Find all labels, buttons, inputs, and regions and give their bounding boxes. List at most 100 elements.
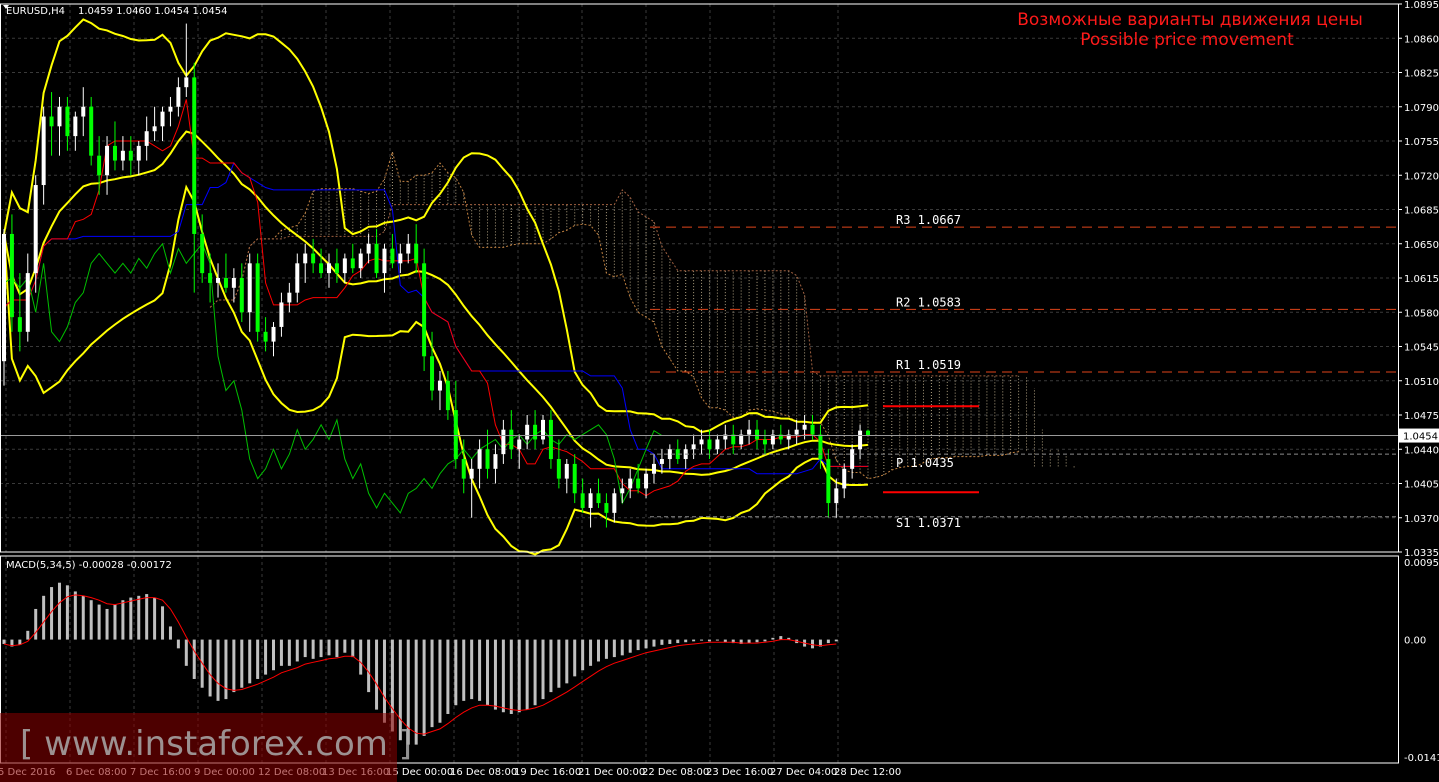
macd-bar xyxy=(216,639,220,701)
candle-body xyxy=(628,478,633,489)
macd-bar xyxy=(707,639,711,642)
candle-body xyxy=(216,278,221,283)
macd-bar xyxy=(470,639,474,700)
candle-body xyxy=(612,493,617,513)
candle-body xyxy=(326,263,331,274)
macd-bar xyxy=(549,639,553,693)
macd-bar xyxy=(121,600,125,640)
macd-bar xyxy=(65,585,69,640)
candle-body xyxy=(120,150,125,161)
macd-bar xyxy=(834,639,838,642)
macd-bar xyxy=(422,639,426,736)
macd-bar xyxy=(557,639,561,688)
candle-body xyxy=(834,488,839,504)
candle-body xyxy=(525,424,530,440)
candle-body xyxy=(382,248,387,274)
macd-bar xyxy=(367,639,371,693)
y-tick-label: 1.0650 xyxy=(1404,240,1439,251)
candle-body xyxy=(2,233,6,362)
macd-bar xyxy=(184,639,188,666)
macd-bar xyxy=(97,604,101,640)
macd-bar xyxy=(319,639,323,658)
macd-bar xyxy=(89,600,93,640)
macd-bar xyxy=(763,639,767,642)
candle-body xyxy=(445,380,450,411)
y-tick-label: 1.0475 xyxy=(1404,411,1439,422)
candle-body xyxy=(295,263,300,293)
macd-bar xyxy=(57,582,61,640)
macd-bar xyxy=(208,639,212,697)
candle-body xyxy=(596,493,601,504)
candle-body xyxy=(691,444,696,450)
macd-bar xyxy=(486,639,490,706)
macd-bar xyxy=(826,639,830,644)
candle-body xyxy=(533,424,538,440)
macd-bar xyxy=(272,639,276,671)
y-tick-label: 1.0755 xyxy=(1404,137,1439,148)
macd-bar xyxy=(359,639,363,675)
y-tick-label: 1.0615 xyxy=(1404,274,1439,285)
candle-body xyxy=(517,439,522,450)
candle-body xyxy=(810,424,815,435)
candle-body xyxy=(73,116,78,137)
y-tick-label: 1.0405 xyxy=(1404,480,1439,491)
y-tick-label: 1.0370 xyxy=(1404,514,1439,525)
candle-body xyxy=(366,243,371,254)
y-tick-label: 1.0545 xyxy=(1404,343,1439,354)
macd-bar xyxy=(81,595,85,640)
candle-body xyxy=(548,419,553,460)
candle-body xyxy=(461,459,466,479)
macd-bar xyxy=(264,639,268,675)
candle-body xyxy=(57,106,62,127)
candle-body xyxy=(406,243,411,254)
macd-bar xyxy=(771,637,775,640)
bollinger-middle xyxy=(3,130,869,476)
x-tick-label: 21 Dec 00:00 xyxy=(578,767,645,778)
macd-bar xyxy=(224,639,228,700)
y-tick-label: 1.0685 xyxy=(1404,206,1439,217)
macd-bar xyxy=(279,639,283,666)
macd-bar xyxy=(430,639,434,728)
y-tick-label: 1.0580 xyxy=(1404,308,1439,319)
candle-body xyxy=(33,185,38,274)
x-tick-label: 27 Dec 04:00 xyxy=(770,767,837,778)
macd-bar xyxy=(747,639,751,644)
candle-body xyxy=(707,439,712,450)
macd-bar xyxy=(351,639,355,658)
macd-tick-label: -0.0141 xyxy=(1404,753,1439,764)
candle-body xyxy=(850,449,855,469)
candle-body xyxy=(858,430,863,450)
candle-body xyxy=(437,380,442,391)
candle-body xyxy=(580,493,585,508)
macd-bar xyxy=(129,597,133,640)
candle-body xyxy=(65,106,70,137)
chart-header-ohlc: 1.0459 1.0460 1.0454 1.0454 xyxy=(78,6,228,17)
candle-body xyxy=(842,468,847,489)
candle-body xyxy=(485,449,490,469)
macd-bar xyxy=(684,639,688,643)
macd-bar xyxy=(438,639,442,723)
y-tick-label: 1.0440 xyxy=(1404,445,1439,456)
macd-bar xyxy=(375,639,379,710)
y-tick-label: 1.0510 xyxy=(1404,377,1439,388)
candle-body xyxy=(350,258,355,269)
pivot-label-S1: S1 1.0371 xyxy=(896,516,961,530)
candle-body xyxy=(453,410,458,460)
macd-bar xyxy=(660,639,664,645)
candle-body xyxy=(200,233,205,274)
chart-canvas[interactable]: R3 1.0667 R2 1.0583 R1 1.0519 P 1.0435 S1 1.… xyxy=(0,0,1439,782)
x-tick-label: 22 Dec 08:00 xyxy=(642,767,709,778)
candle-body xyxy=(17,317,22,332)
macd-bar xyxy=(596,639,600,662)
macd-bar xyxy=(581,639,585,671)
macd-bar xyxy=(715,639,719,641)
macd-bar xyxy=(232,639,236,693)
candle-body xyxy=(572,463,577,494)
candle-body xyxy=(271,326,276,342)
candle-body xyxy=(112,145,117,161)
macd-bar xyxy=(295,639,299,662)
candle-body xyxy=(176,87,181,107)
candle-body xyxy=(184,77,189,88)
macd-bar xyxy=(620,639,624,656)
candle-body xyxy=(509,429,514,450)
